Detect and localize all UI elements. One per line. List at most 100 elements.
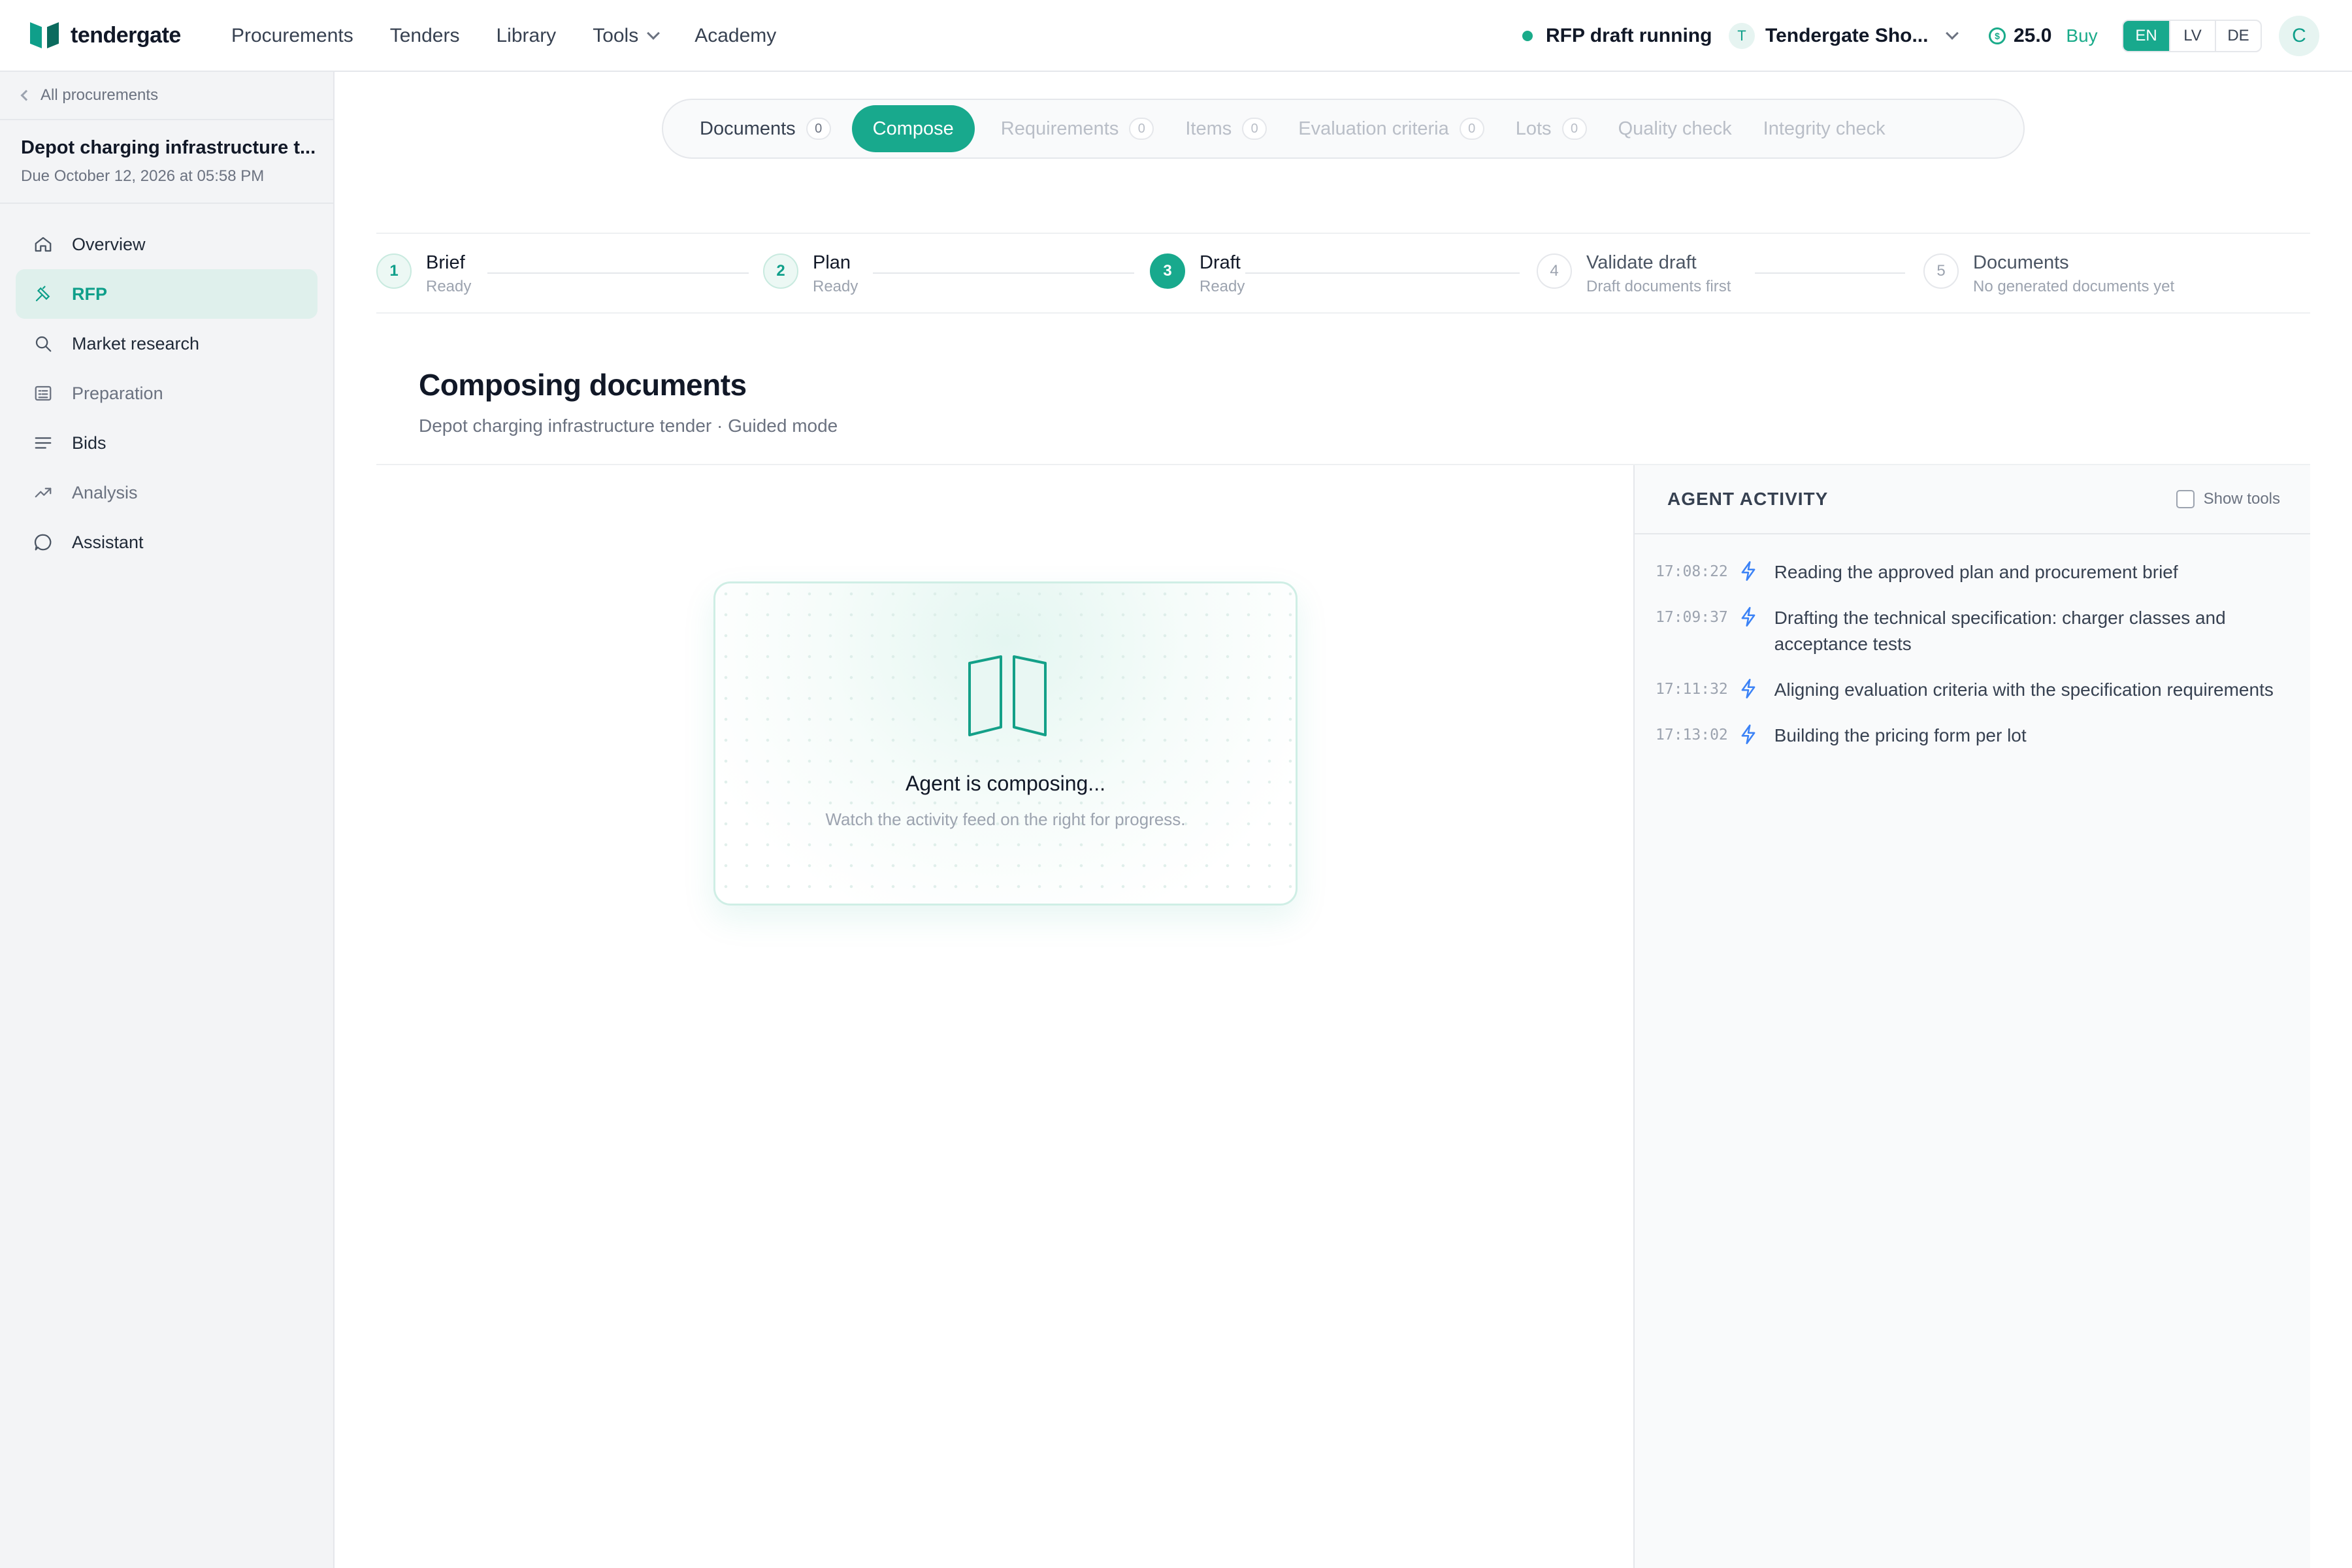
sidebar-item-preparation[interactable]: Preparation <box>16 368 318 418</box>
nav-procurements[interactable]: Procurements <box>231 25 353 47</box>
sidebar-item-market-research[interactable]: Market research <box>16 319 318 368</box>
sidebar-item-label: Overview <box>72 234 146 254</box>
bolt-icon <box>1739 605 1759 627</box>
step-connector <box>1245 272 1520 274</box>
divider <box>0 203 335 204</box>
step-status: Ready <box>813 278 858 295</box>
sidebar-item-rfp[interactable]: RFP <box>16 269 318 319</box>
step-plan[interactable]: 2 Plan Ready <box>763 252 858 296</box>
activity-header: AGENT ACTIVITY Show tools <box>1635 465 2310 534</box>
bolt-icon <box>1739 559 1759 581</box>
tab-lots[interactable]: Lots 0 <box>1505 105 1608 152</box>
step-validate-draft[interactable]: 4 Validate draft Draft documents first <box>1537 252 1731 296</box>
agent-activity-panel: AGENT ACTIVITY Show tools 17:08:22 Readi… <box>1633 465 2310 1568</box>
nav-tenders[interactable]: Tenders <box>390 25 460 47</box>
org-avatar: T <box>1729 23 1755 49</box>
workflow-stepper: 1 Brief Ready 2 Plan Ready 3 Draft Ready… <box>376 233 2310 314</box>
tab-label: Lots <box>1515 118 1552 139</box>
activity-time: 17:09:37 <box>1656 609 1728 626</box>
tab-count-badge: 0 <box>1561 118 1587 140</box>
step-number: 2 <box>763 253 798 289</box>
step-title: Plan <box>813 252 851 273</box>
sidebar: All procurements Depot charging infrastr… <box>0 72 335 1568</box>
status-dot-icon <box>1522 31 1533 41</box>
activity-text: Drafting the technical specification: ch… <box>1774 608 2226 654</box>
sidebar-item-label: Analysis <box>72 482 138 502</box>
step-number: 3 <box>1150 253 1185 289</box>
bolt-icon <box>1739 677 1759 699</box>
step-title: Draft <box>1200 252 1241 273</box>
coin-icon: $ <box>1989 27 2006 44</box>
tab-requirements[interactable]: Requirements 0 <box>975 105 1175 152</box>
nav-tools[interactable]: Tools <box>593 25 661 47</box>
step-number: 4 <box>1537 253 1572 289</box>
language-switcher: EN LV DE <box>2122 20 2262 52</box>
step-brief[interactable]: 1 Brief Ready <box>376 252 471 296</box>
org-switcher[interactable]: T Tendergate Sho... <box>1729 0 1959 72</box>
activity-title: AGENT ACTIVITY <box>1667 489 1829 509</box>
activity-time: 17:13:02 <box>1656 727 1728 743</box>
sidebar-item-bids[interactable]: Bids <box>16 418 318 468</box>
tab-label: Items <box>1185 118 1232 139</box>
activity-entry: 17:13:02 Building the pricing form per l… <box>1656 723 2283 749</box>
step-status: Ready <box>1200 278 1245 295</box>
trend-icon <box>33 482 54 503</box>
activity-entry: 17:08:22 Reading the approved plan and p… <box>1656 559 2283 585</box>
sidebar-item-label: Market research <box>72 333 200 353</box>
activity-feed: 17:08:22 Reading the approved plan and p… <box>1656 559 2283 768</box>
tab-label: Evaluation criteria <box>1298 118 1449 139</box>
lang-lv[interactable]: LV <box>2169 21 2215 51</box>
user-avatar[interactable]: C <box>2279 16 2319 56</box>
tab-label: Quality check <box>1618 118 1732 139</box>
step-connector <box>487 272 749 274</box>
project-due-date: Due October 12, 2026 at 05:58 PM <box>21 167 265 185</box>
lang-de[interactable]: DE <box>2215 21 2261 51</box>
nav-library[interactable]: Library <box>496 25 556 47</box>
checklist-icon <box>33 383 54 404</box>
tab-label: Documents <box>700 118 796 139</box>
step-number: 5 <box>1923 253 1959 289</box>
show-tools-toggle[interactable]: Show tools <box>2176 490 2280 508</box>
bolt-icon <box>1739 723 1759 745</box>
activity-time: 17:11:32 <box>1656 681 1728 698</box>
search-icon <box>33 333 54 354</box>
tab-integrity-check[interactable]: Integrity check <box>1753 105 1906 152</box>
credits-value: 25.0 <box>2014 25 2052 46</box>
tab-label: Compose <box>872 118 954 139</box>
tab-items[interactable]: Items 0 <box>1175 105 1288 152</box>
step-status: Draft documents first <box>1586 278 1731 295</box>
sidebar-item-label: RFP <box>72 284 107 304</box>
page-title: Composing documents <box>419 368 747 402</box>
tab-documents[interactable]: Documents 0 <box>689 105 852 152</box>
sidebar-item-label: Preparation <box>72 383 163 403</box>
back-to-procurements[interactable]: All procurements <box>20 86 158 105</box>
tab-evaluation-criteria[interactable]: Evaluation criteria 0 <box>1288 105 1505 152</box>
lang-en[interactable]: EN <box>2123 21 2169 51</box>
show-tools-checkbox[interactable] <box>2176 490 2195 508</box>
app-logo[interactable]: tendergate <box>30 22 181 48</box>
tab-quality-check[interactable]: Quality check <box>1608 105 1753 152</box>
tab-compose[interactable]: Compose <box>851 105 975 152</box>
sidebar-item-overview[interactable]: Overview <box>16 220 318 269</box>
logo-icon <box>30 22 59 48</box>
tab-label: Integrity check <box>1763 118 1886 139</box>
nav-academy[interactable]: Academy <box>694 25 776 47</box>
show-tools-label: Show tools <box>2203 490 2280 508</box>
tab-count-badge: 0 <box>1459 118 1484 140</box>
list-icon <box>33 433 54 453</box>
step-draft[interactable]: 3 Draft Ready <box>1150 252 1245 296</box>
buy-credits-link[interactable]: Buy <box>2066 25 2097 46</box>
book-open-icon <box>967 655 1048 736</box>
activity-text: Aligning evaluation criteria with the sp… <box>1774 679 2274 700</box>
sidebar-item-analysis[interactable]: Analysis <box>16 468 318 517</box>
step-documents[interactable]: 5 Documents No generated documents yet <box>1923 252 2174 296</box>
chat-icon <box>33 532 54 553</box>
main-nav: Procurements Tenders Library Tools Acade… <box>231 0 776 72</box>
sidebar-nav: Overview RFP Market research Preparation… <box>16 220 318 567</box>
step-number: 1 <box>376 253 412 289</box>
sidebar-item-label: Bids <box>72 433 106 453</box>
step-title: Validate draft <box>1586 252 1697 273</box>
sidebar-item-assistant[interactable]: Assistant <box>16 517 318 567</box>
step-title: Documents <box>1973 252 2069 273</box>
run-status[interactable]: RFP draft running <box>1522 0 1712 72</box>
